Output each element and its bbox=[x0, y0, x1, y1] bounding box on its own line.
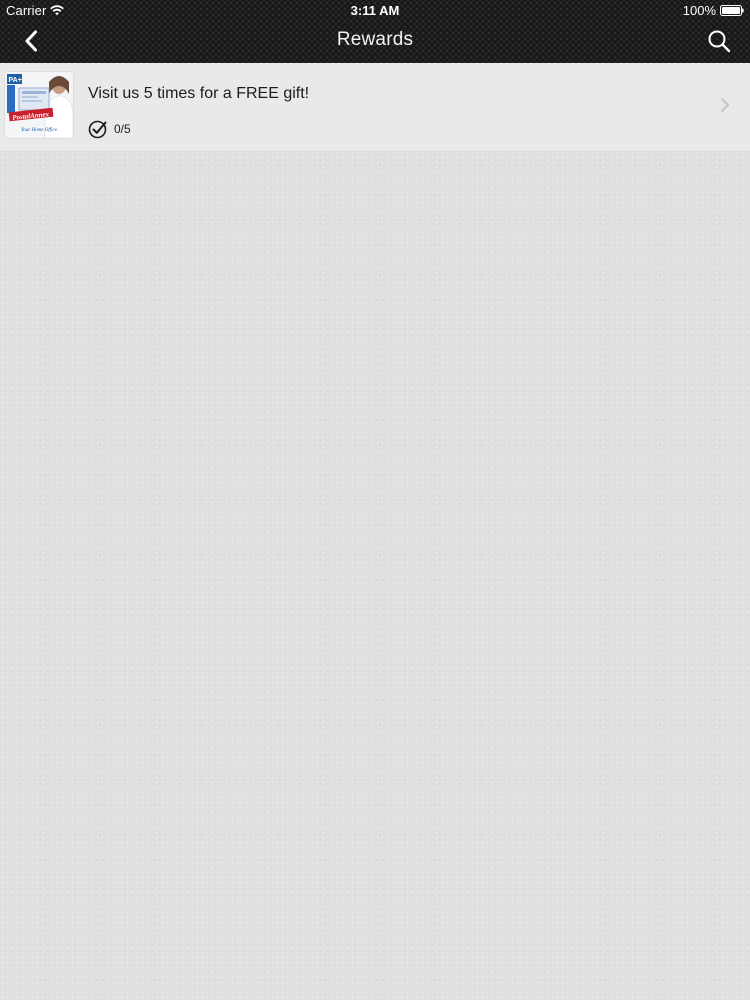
status-bar: Carrier 3:11 AM 100% bbox=[0, 0, 750, 20]
reward-title: Visit us 5 times for a FREE gift! bbox=[88, 85, 310, 102]
navigation-bar: Rewards bbox=[0, 20, 750, 63]
battery-percent: 100% bbox=[682, 3, 716, 18]
page-title: Rewards bbox=[336, 29, 414, 50]
search-icon bbox=[708, 30, 731, 53]
checkmark-circle-icon bbox=[88, 120, 107, 139]
top-bar: Carrier 3:11 AM 100% Rewards bbox=[0, 0, 750, 63]
progress-count: 0/5 bbox=[114, 122, 131, 136]
reward-row[interactable]: PA+ PostalAnnex Your Home Office. Visit … bbox=[0, 63, 750, 152]
svg-text:PA+: PA+ bbox=[9, 77, 22, 84]
reward-list: PA+ PostalAnnex Your Home Office. Visit … bbox=[0, 63, 750, 152]
svg-text:Your Home Office.: Your Home Office. bbox=[21, 128, 58, 133]
clock-label: 3:11 AM bbox=[350, 3, 400, 18]
battery-icon bbox=[720, 5, 744, 16]
postalannex-logo-image: PA+ PostalAnnex Your Home Office. bbox=[5, 72, 73, 138]
chevron-right-icon bbox=[721, 98, 729, 112]
reward-progress: 0/5 bbox=[88, 119, 131, 139]
search-button[interactable] bbox=[702, 24, 736, 58]
status-right: 100% bbox=[683, 3, 744, 18]
reward-thumbnail: PA+ PostalAnnex Your Home Office. bbox=[5, 72, 73, 138]
